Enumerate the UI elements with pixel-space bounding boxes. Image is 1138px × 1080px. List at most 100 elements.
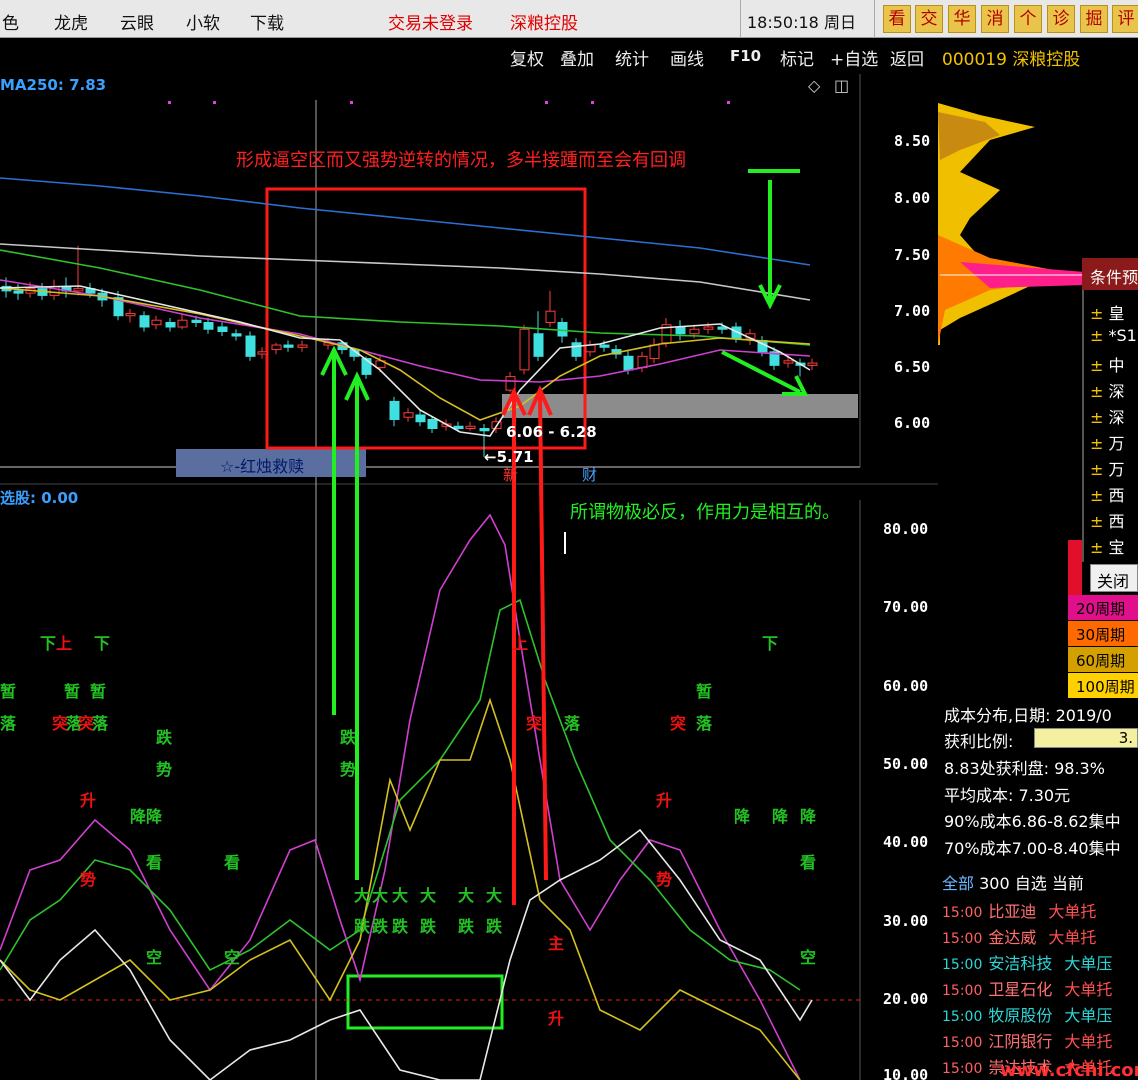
price-tick-850: 8.50 — [894, 132, 931, 150]
chip-distribution — [938, 103, 1085, 345]
signal-xia: 下 — [40, 634, 57, 653]
quote-message: 大单压 — [1064, 954, 1113, 973]
cond-item[interactable]: ± 中 — [1090, 352, 1125, 376]
quote-name: 金达威 — [988, 928, 1037, 947]
signal-kong: 空 — [146, 948, 163, 967]
candle — [545, 290, 556, 327]
candle — [585, 340, 596, 357]
cond-item[interactable]: ± 深 — [1090, 378, 1125, 402]
quote-time: 15:00 — [942, 905, 983, 921]
candle — [795, 358, 806, 377]
signal-tu: 突 — [526, 714, 543, 733]
signal-jiang: 降 — [772, 807, 789, 826]
oscillator-lines — [0, 513, 813, 1080]
cond-item[interactable]: ± 万 — [1090, 430, 1125, 454]
quote-row[interactable]: 15:00 金达威 大单托 — [942, 924, 1096, 948]
cond-panel-title: 条件预 — [1090, 268, 1138, 287]
candle — [231, 329, 242, 341]
signal-da: 大 — [420, 886, 437, 905]
price-tick-600: 6.00 — [894, 414, 931, 432]
tab-all[interactable]: 全部 — [942, 874, 974, 893]
signal-luo: 落 — [0, 714, 17, 733]
cost-70: 70%成本7.00-8.40集中 — [944, 839, 1121, 858]
diamond-icon[interactable]: ◇ — [808, 76, 820, 95]
signal-die: 跌 — [372, 917, 389, 936]
event-tag-right[interactable]: 财 — [582, 464, 597, 485]
signal-da: 大 — [486, 886, 503, 905]
cond-item[interactable]: ± 西 — [1090, 482, 1125, 506]
cond-item[interactable]: ± 万 — [1090, 456, 1125, 480]
annotation-bottom: 所谓物极必反，作用力是相互的。 — [570, 502, 840, 523]
cond-close-button[interactable]: 关闭 — [1090, 564, 1138, 592]
quote-row[interactable]: 15:00 比亚迪 大单托 — [942, 898, 1096, 922]
osc-label: 选股: 0.00 — [0, 489, 79, 507]
signal-kong: 空 — [224, 948, 241, 967]
quote-tabs: 全部 300 自选 当前 — [942, 870, 1084, 894]
quote-time: 15:00 — [942, 931, 983, 947]
signal-die: 跌 — [420, 917, 437, 936]
quote-row[interactable]: 15:00 卫星石化 大单托 — [942, 976, 1112, 1000]
candle — [125, 308, 136, 323]
tab-count: 300 — [979, 874, 1010, 893]
pattern-tag[interactable]: ☆-红烛救赎 — [220, 453, 304, 477]
signal-zhu: 主 — [548, 934, 565, 953]
signal-luo: 落 — [92, 714, 109, 733]
period-30[interactable]: 30周期 — [1068, 621, 1138, 646]
signal-die: 跌 — [354, 917, 371, 936]
candle — [533, 311, 544, 361]
signal-shang: 上 — [56, 634, 73, 653]
osc-tick-30: 30.00 — [883, 912, 929, 930]
quote-time: 15:00 — [942, 983, 983, 999]
quote-row[interactable]: 15:00 安洁科技 大单压 — [942, 950, 1112, 974]
cond-panel-header[interactable]: 条件预 — [1082, 258, 1138, 290]
event-tag-left[interactable]: 新 — [503, 464, 518, 485]
quote-name: 比亚迪 — [988, 902, 1037, 921]
signal-die: 跌 — [392, 917, 409, 936]
cond-item[interactable]: ± 皇 — [1090, 300, 1125, 324]
candle — [283, 340, 294, 352]
profit-ratio-label: 获利比例: — [944, 732, 1014, 751]
signal-xia: 下 — [762, 634, 779, 653]
quote-message: 大单托 — [1064, 1032, 1113, 1051]
cond-item[interactable]: ± 宝 — [1090, 534, 1125, 558]
cond-item[interactable]: ± 深 — [1090, 404, 1125, 428]
cond-item[interactable]: ± 西 — [1090, 508, 1125, 532]
quote-name: 牧原股份 — [988, 1006, 1053, 1025]
signal-sheng: 升 — [656, 791, 673, 810]
candle — [177, 313, 188, 330]
period-20[interactable]: 20周期 — [1068, 595, 1138, 620]
signal-luo: 落 — [564, 714, 581, 733]
candle — [519, 324, 530, 375]
candle — [165, 317, 176, 332]
quote-time: 15:00 — [942, 1061, 983, 1077]
signal-sheng: 升 — [80, 791, 97, 810]
quote-name: 卫星石化 — [988, 980, 1053, 999]
signal-shang: 上 — [512, 634, 529, 653]
signal-da: 大 — [354, 886, 371, 905]
period-60[interactable]: 60周期 — [1068, 647, 1138, 672]
green-arrows — [320, 169, 809, 880]
osc-tick-70: 70.00 — [883, 598, 929, 616]
window-toggle-icon[interactable]: ◫ — [834, 76, 849, 95]
osc-tick-10: 10.00 — [883, 1066, 929, 1080]
candle — [13, 284, 24, 300]
quote-row[interactable]: 15:00 江阴银行 大单托 — [942, 1028, 1112, 1052]
watermark: www.cfchi.com — [1000, 1060, 1138, 1080]
quote-row[interactable]: 15:00 牧原股份 大单压 — [942, 1002, 1112, 1026]
cost-90: 90%成本6.86-8.62集中 — [944, 812, 1121, 831]
quote-message: 大单托 — [1048, 928, 1097, 947]
signal-kan: 看 — [800, 853, 817, 872]
tab-watch[interactable]: 自选 — [1015, 874, 1047, 893]
period-100[interactable]: 100周期 — [1068, 673, 1138, 698]
signal-zan: 暂 — [90, 682, 107, 701]
signal-die: 跌 — [340, 728, 357, 747]
quote-time: 15:00 — [942, 1035, 983, 1051]
price-tick-800: 8.00 — [894, 189, 931, 207]
candle — [245, 331, 256, 361]
signal-die: 跌 — [486, 917, 503, 936]
signal-shi: 势 — [80, 870, 97, 889]
cond-item[interactable]: ± *S1 — [1090, 326, 1137, 345]
profit-ratio-value: 3. — [1118, 729, 1133, 747]
tab-current[interactable]: 当前 — [1052, 874, 1084, 893]
signal-shi: 势 — [656, 870, 673, 889]
